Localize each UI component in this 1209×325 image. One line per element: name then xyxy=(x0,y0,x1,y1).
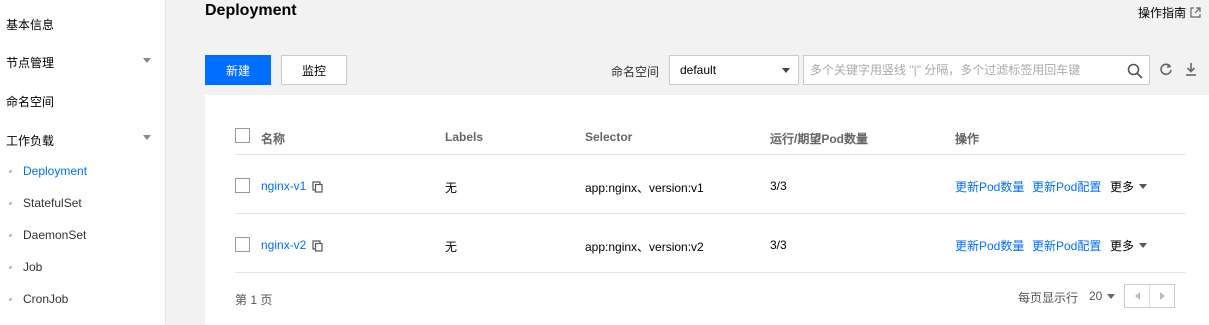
sidebar-item-workload[interactable]: 工作负载 xyxy=(6,132,54,149)
row-pods-cell: 3/3 xyxy=(770,238,787,252)
sidebar-item-label: 节点管理 xyxy=(6,56,55,70)
more-label: 更多 xyxy=(1110,239,1135,253)
chevron-right-icon xyxy=(1159,292,1165,300)
per-page-select[interactable]: 20 xyxy=(1089,289,1116,303)
more-label: 更多 xyxy=(1110,180,1135,194)
deployment-table: 名称 Labels Selector 运行/期望Pod数量 操作 nginx-v… xyxy=(205,95,1209,325)
chevron-down-icon xyxy=(1139,184,1148,189)
row-selector-cell: app:nginx、version:v1 xyxy=(585,181,704,195)
bullet-icon xyxy=(9,170,12,173)
deployment-name-link[interactable]: nginx-v1 xyxy=(261,179,306,193)
sidebar-item-label: 工作负载 xyxy=(6,134,55,148)
divider xyxy=(235,213,1186,214)
row-checkbox[interactable] xyxy=(235,237,250,252)
deployment-name-link[interactable]: nginx-v2 xyxy=(261,238,306,252)
search-box[interactable] xyxy=(803,55,1150,85)
create-button[interactable]: 新建 xyxy=(205,55,271,85)
copy-icon[interactable] xyxy=(312,181,323,193)
pagination xyxy=(1124,284,1175,308)
sidebar-item-daemonset[interactable]: DaemonSet xyxy=(23,228,86,242)
bullet-icon xyxy=(9,298,12,301)
page-indicator: 第 1 页 xyxy=(235,293,273,307)
external-link-icon xyxy=(1190,7,1201,18)
bullet-icon xyxy=(9,202,12,205)
search-icon[interactable] xyxy=(1127,63,1143,79)
bullet-icon xyxy=(9,234,12,237)
per-page-label: 每页显示行 xyxy=(1018,291,1079,305)
chevron-down-icon[interactable] xyxy=(143,135,151,140)
row-name-cell: nginx-v2 xyxy=(261,238,323,252)
chevron-down-icon[interactable] xyxy=(143,58,151,63)
sidebar-item-job[interactable]: Job xyxy=(23,260,42,274)
more-menu[interactable]: 更多 xyxy=(1110,237,1148,254)
divider xyxy=(235,154,1186,155)
chevron-down-icon xyxy=(1107,293,1116,299)
guide-link[interactable]: 操作指南 xyxy=(1138,4,1201,21)
divider xyxy=(235,272,1186,273)
next-page-button[interactable] xyxy=(1149,285,1174,307)
prev-page-button[interactable] xyxy=(1125,285,1149,307)
main-content: Deployment 操作指南 新建 监控 命名空间 default 名称 La… xyxy=(166,0,1209,325)
monitor-button[interactable]: 监控 xyxy=(281,55,347,85)
refresh-icon[interactable] xyxy=(1159,62,1173,76)
page-title: Deployment xyxy=(205,2,297,19)
column-header-actions: 操作 xyxy=(955,132,980,146)
namespace-label: 命名空间 xyxy=(611,65,660,79)
column-header-name: 名称 xyxy=(261,132,286,146)
update-pod-count-link[interactable]: 更新Pod数量 xyxy=(955,237,1024,254)
namespace-select[interactable]: default xyxy=(669,55,799,85)
row-pods-cell: 3/3 xyxy=(770,179,787,193)
namespace-value: default xyxy=(680,63,717,77)
chevron-down-icon xyxy=(782,68,790,73)
bullet-icon xyxy=(9,266,12,269)
sidebar-item-basic-info[interactable]: 基本信息 xyxy=(6,16,54,33)
update-pod-count-link[interactable]: 更新Pod数量 xyxy=(955,178,1024,195)
sidebar: 基本信息 节点管理 命名空间 工作负载 Deployment StatefulS… xyxy=(0,0,166,325)
update-pod-config-link[interactable]: 更新Pod配置 xyxy=(1032,178,1101,195)
column-header-pods: 运行/期望Pod数量 xyxy=(770,132,868,146)
select-all-checkbox[interactable] xyxy=(235,128,250,143)
sidebar-item-label: 命名空间 xyxy=(6,95,55,109)
column-header-labels: Labels xyxy=(445,130,484,144)
update-pod-config-link[interactable]: 更新Pod配置 xyxy=(1032,237,1101,254)
sidebar-item-deployment[interactable]: Deployment xyxy=(23,164,87,178)
sidebar-item-statefulset[interactable]: StatefulSet xyxy=(23,196,82,210)
row-checkbox[interactable] xyxy=(235,178,250,193)
per-page-value: 20 xyxy=(1089,289,1103,303)
row-selector-cell: app:nginx、version:v2 xyxy=(585,240,704,254)
download-icon[interactable] xyxy=(1185,62,1197,76)
guide-label: 操作指南 xyxy=(1137,6,1186,20)
sidebar-item-node-management[interactable]: 节点管理 xyxy=(6,54,54,71)
more-menu[interactable]: 更多 xyxy=(1110,178,1148,195)
row-name-cell: nginx-v1 xyxy=(261,179,323,193)
sidebar-item-label: 基本信息 xyxy=(6,18,55,32)
column-header-selector: Selector xyxy=(585,130,633,144)
sidebar-item-namespace[interactable]: 命名空间 xyxy=(6,93,54,110)
chevron-down-icon xyxy=(1139,243,1148,248)
row-labels-cell: 无 xyxy=(445,240,458,254)
row-labels-cell: 无 xyxy=(445,181,458,195)
search-input[interactable] xyxy=(810,63,1120,77)
sidebar-item-cronjob[interactable]: CronJob xyxy=(23,292,68,306)
chevron-left-icon xyxy=(1134,292,1140,300)
copy-icon[interactable] xyxy=(312,240,323,252)
